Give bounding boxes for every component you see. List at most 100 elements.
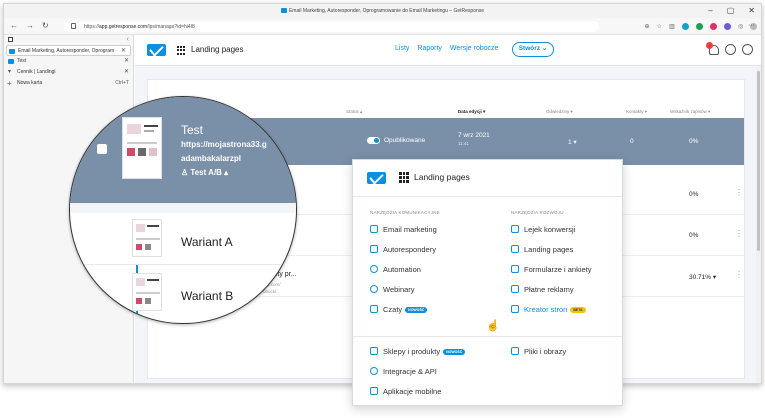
menu-landing-pages[interactable]: Landing pages [511,244,573,256]
tab-label: Test [17,58,27,64]
address-bar: ← → ↻ https://app.getresponse.com/lps/ma… [4,18,761,35]
row-menu-icon[interactable]: ⋮ [735,270,743,279]
landingi-tab-icon: ▾ [8,69,12,75]
tab-landingi[interactable]: ▾ Cennik | Landingi ✕ [4,67,133,78]
row-menu-icon[interactable]: ⋮ [735,188,743,197]
menu-website-builder[interactable]: Kreator stron BETA [511,304,586,316]
sync-icon[interactable]: ◎ [738,23,743,30]
scrollbar[interactable] [756,66,761,383]
back-arrow-icon[interactable]: ← [10,21,18,30]
tab-getresponse[interactable]: Email Marketing, Autoresponder, Oprogram… [6,45,131,56]
minimize-button[interactable]: – [708,6,712,15]
getresponse-logo-icon[interactable] [147,44,166,56]
header-visits[interactable]: Odwiedziny ▾ [546,109,573,115]
window-title: Email Marketing, Autoresponder, Oprogram… [4,8,761,14]
menu-mobile-apps[interactable]: Aplikacje mobilne [370,386,441,398]
close-window-button[interactable]: ✕ [748,6,755,15]
row-page-author: obocki [263,289,277,294]
menu-paid-ads[interactable]: Płatne reklamy [511,284,574,296]
automation-icon [370,265,378,273]
row-menu-icon[interactable]: ⋮ [735,229,743,238]
variant-b-label[interactable]: Wariant B [181,289,233,303]
hand-cursor-icon: ☝ [486,320,500,332]
section-growth: NARZĘDZIA ROZWOJU [511,210,564,215]
page-title[interactable]: Test [181,123,203,137]
apps-grid-icon[interactable] [399,172,409,183]
published-toggle[interactable] [367,137,380,144]
webinar-icon [370,285,378,293]
apps-grid-icon[interactable] [177,46,186,55]
menu-webinars[interactable]: Webinary [370,284,415,296]
new-tab-button[interactable]: + Nowa karta Ctrl+T [4,78,133,89]
account-icon[interactable] [742,44,753,55]
notification-badge [706,41,713,49]
reader-icon[interactable]: ☆ [657,23,662,30]
variant-a-label[interactable]: Wariant A [181,235,233,249]
variant-b-thumbnail [132,273,162,311]
panel-title: Landing pages [414,172,470,182]
menu-drafts[interactable]: Wersje robocze [450,45,499,52]
reload-icon[interactable]: ↻ [42,21,49,30]
row-status: Opublikowane [384,137,426,144]
getresponse-logo-icon[interactable] [367,172,386,184]
title-bar: Email Marketing, Autoresponder, Oprogram… [4,4,761,18]
funnel-icon [511,225,519,233]
row-rate[interactable]: 30.71% ▾ [689,273,716,281]
tab-strip-header: ‹ [4,35,133,45]
header-date[interactable]: Data edycji ▾ [458,109,485,115]
integration-icon [370,367,378,375]
tab-test[interactable]: Test ✕ [4,56,133,67]
row-checkbox[interactable] [97,144,107,154]
new-badge: NOWOŚĆ [443,349,466,355]
close-tab-icon[interactable]: ✕ [121,46,126,55]
plus-icon: + [7,79,12,88]
collapse-tabs-icon[interactable]: ‹ [127,36,129,43]
menu-stores-products[interactable]: Sklepy i produkty NOWOŚĆ [370,346,466,358]
app-title[interactable]: Landing pages [191,45,244,54]
apps-dropdown-panel: Landing pages NARZĘDZIA KOMUNIKACYJNE NA… [352,159,623,406]
menu-email-marketing[interactable]: Email marketing [370,224,437,236]
row-contacts: 0 [630,138,634,145]
bell-icon[interactable] [706,41,719,55]
zoom-icon[interactable]: ⊕ [645,23,650,30]
menu-forms-surveys[interactable]: Formularze i ankiety [511,264,592,276]
row-rate: 0% [689,232,699,239]
close-tab-icon[interactable]: ✕ [124,67,129,78]
menu-reports[interactable]: Raporty [417,45,442,52]
extension-blue-icon[interactable] [681,23,689,30]
extension-red-icon[interactable] [709,23,717,30]
row-visits[interactable]: 1 ▾ [568,138,577,146]
help-icon[interactable] [725,44,736,55]
menu-integrations-api[interactable]: Integracje & API [370,366,437,378]
new-badge: NOWOŚĆ [405,307,428,313]
menu-automation[interactable]: Automation [370,264,421,276]
page-url[interactable]: https://mojastrona33.g [181,140,267,149]
landing-page-icon [511,245,519,253]
panel-divider [353,336,622,337]
header-status[interactable]: Status ▴ [346,109,362,115]
menu-autoresponders[interactable]: Autorespondery [370,244,436,256]
header-contacts[interactable]: Kontakty ▾ [626,109,647,115]
url-field[interactable]: https://app.getresponse.com/lps/manage?i… [64,21,599,32]
header-rate[interactable]: Wskaźnik zapisów ▾ [670,109,710,115]
close-tab-icon[interactable]: ✕ [124,56,129,67]
chat-icon [370,305,378,313]
menu-files-images[interactable]: Pliki i obrazy [511,346,566,358]
more-menu-icon[interactable]: ··· [748,22,755,29]
row-date: 7 wrz 2021 [458,132,490,139]
tab-label: Email Marketing, Autoresponder, Oprogram [18,48,115,54]
forward-arrow-icon[interactable]: → [26,21,34,30]
website-builder-icon [511,305,519,313]
row-rate: 0% [689,138,699,145]
create-button[interactable]: Stwórz ⌄ [512,42,554,57]
menu-conversion-funnel[interactable]: Lejek konwersji [511,224,575,236]
maximize-button[interactable]: ▢ [727,6,735,15]
envelope-icon [370,225,378,233]
menu-lists[interactable]: Listy [395,45,409,52]
ab-test-toggle[interactable]: ♙ Test A/B ▴ [181,168,228,177]
extension-purple-icon[interactable] [724,23,731,30]
tab-actions-icon[interactable] [8,37,13,42]
collections-icon[interactable]: ▥ [669,23,675,30]
menu-chats[interactable]: Czaty NOWOŚĆ [370,304,428,316]
extension-green-icon[interactable] [695,23,703,30]
